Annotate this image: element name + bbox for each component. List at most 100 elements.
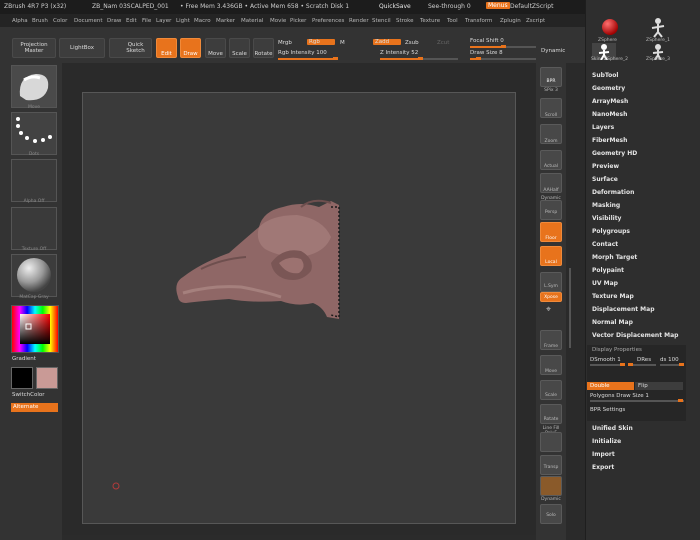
vector-displacement-map-menu[interactable]: Vector Displacement Map: [592, 332, 678, 339]
flip-button[interactable]: Flip: [635, 382, 683, 390]
move-button[interactable]: Move: [205, 38, 226, 58]
rgb-intensity-track[interactable]: [278, 57, 338, 60]
zsphere-tool-thumbnail[interactable]: [598, 16, 622, 38]
brush-thumbnail[interactable]: [11, 65, 57, 108]
dynamic-solo-label[interactable]: Dynamic: [536, 497, 566, 502]
edit-button[interactable]: Edit: [156, 38, 177, 58]
bpr-settings-button[interactable]: BPR Settings: [590, 407, 625, 413]
menu-macro[interactable]: Macro: [194, 18, 211, 24]
dynamic-button[interactable]: Dynamic: [541, 48, 565, 54]
ds-slider[interactable]: ds 100: [660, 357, 679, 363]
polypaint-menu[interactable]: Polypaint: [592, 267, 624, 274]
polyf-button[interactable]: [540, 432, 562, 452]
focal-shift-slider[interactable]: Focal Shift 0: [470, 38, 504, 44]
draw-size-track[interactable]: [470, 57, 536, 60]
menu-edit[interactable]: Edit: [126, 18, 137, 24]
draw-size-slider[interactable]: Draw Size 8: [470, 50, 503, 56]
color-picker[interactable]: [11, 305, 59, 353]
z-intensity-track[interactable]: [380, 57, 458, 60]
menu-color[interactable]: Color: [53, 18, 67, 24]
rotate-button[interactable]: Rotate: [253, 38, 274, 58]
import-menu[interactable]: Import: [592, 451, 615, 458]
menu-layer[interactable]: Layer: [156, 18, 171, 24]
menu-draw[interactable]: Draw: [107, 18, 121, 24]
polygroups-menu[interactable]: Polygroups: [592, 228, 630, 235]
fibermesh-menu[interactable]: FiberMesh: [592, 137, 627, 144]
layers-menu[interactable]: Layers: [592, 124, 614, 131]
ds-track[interactable]: [660, 363, 684, 366]
default-zscript-button[interactable]: DefaultZScript: [510, 3, 553, 10]
subtool-menu[interactable]: SubTool: [592, 72, 618, 79]
arraymesh-menu[interactable]: ArrayMesh: [592, 98, 628, 105]
menu-tool[interactable]: Tool: [447, 18, 458, 24]
draw-button[interactable]: Draw: [180, 38, 201, 58]
z-intensity-slider[interactable]: Z Intensity 52: [380, 50, 418, 56]
deformation-menu[interactable]: Deformation: [592, 189, 634, 196]
texture-map-menu[interactable]: Texture Map: [592, 293, 634, 300]
ghost-button[interactable]: [540, 476, 562, 496]
focal-shift-track[interactable]: [470, 45, 536, 48]
double-button[interactable]: Double: [587, 382, 634, 390]
menu-material[interactable]: Material: [241, 18, 263, 24]
menu-alpha[interactable]: Alpha: [12, 18, 28, 24]
preview-menu[interactable]: Preview: [592, 163, 619, 170]
uv-map-menu[interactable]: UV Map: [592, 280, 618, 287]
scale-button[interactable]: Scale: [229, 38, 250, 58]
menu-marker[interactable]: Marker: [216, 18, 235, 24]
zsub-button[interactable]: Zsub: [405, 40, 419, 46]
contact-menu[interactable]: Contact: [592, 241, 618, 248]
dres-track[interactable]: [628, 363, 656, 366]
document-canvas[interactable]: [82, 92, 516, 524]
quicksave-button[interactable]: QuickSave: [379, 3, 411, 10]
menu-brush[interactable]: Brush: [32, 18, 48, 24]
secondary-color-swatch[interactable]: [36, 367, 58, 389]
rgb-button[interactable]: Rgb: [307, 39, 335, 45]
gradient-label[interactable]: Gradient: [12, 356, 36, 362]
tray-handle[interactable]: [569, 268, 571, 348]
projection-master-button[interactable]: Projection Master: [12, 38, 56, 58]
spix-slider[interactable]: SPix 3: [536, 88, 566, 93]
polygons-draw-size-slider[interactable]: Polygons Draw Size 1: [590, 393, 649, 399]
geometry-hd-menu[interactable]: Geometry HD: [592, 150, 637, 157]
unified-skin-menu[interactable]: Unified Skin: [592, 425, 633, 432]
menu-transform[interactable]: Transform: [465, 18, 492, 24]
main-color-swatch[interactable]: [11, 367, 33, 389]
bpr-button[interactable]: [540, 67, 562, 87]
dres-slider[interactable]: DRes: [637, 357, 651, 363]
displacement-map-menu[interactable]: Displacement Map: [592, 306, 655, 313]
alpha-thumbnail[interactable]: [11, 159, 57, 202]
zadd-button[interactable]: Zadd: [373, 39, 401, 45]
surface-menu[interactable]: Surface: [592, 176, 618, 183]
stroke-thumbnail[interactable]: [11, 112, 57, 155]
dsmooth-slider[interactable]: DSmooth 1: [590, 357, 621, 363]
mrgb-button[interactable]: Mrgb: [278, 40, 292, 46]
texture-thumbnail[interactable]: [11, 207, 57, 250]
masking-menu[interactable]: Masking: [592, 202, 620, 209]
quick-sketch-button[interactable]: Quick Sketch: [109, 38, 152, 58]
initialize-menu[interactable]: Initialize: [592, 438, 621, 445]
dsmooth-track[interactable]: [590, 363, 625, 366]
geometry-menu[interactable]: Geometry: [592, 85, 625, 92]
menu-preferences[interactable]: Preferences: [312, 18, 344, 24]
zcut-button[interactable]: Zcut: [437, 40, 449, 46]
switch-color-button[interactable]: SwitchColor: [12, 392, 45, 398]
menu-picker[interactable]: Picker: [290, 18, 306, 24]
zsphere1-tool-thumbnail[interactable]: [646, 16, 670, 38]
menu-stroke[interactable]: Stroke: [396, 18, 414, 24]
menu-stencil[interactable]: Stencil: [372, 18, 391, 24]
menu-light[interactable]: Light: [176, 18, 190, 24]
visibility-menu[interactable]: Visibility: [592, 215, 621, 222]
menu-document[interactable]: Document: [74, 18, 103, 24]
menu-movie[interactable]: Movie: [270, 18, 286, 24]
lightbox-button[interactable]: LightBox: [59, 38, 105, 58]
polygons-draw-size-track[interactable]: [590, 399, 684, 402]
lsym-button[interactable]: [540, 272, 562, 292]
export-menu[interactable]: Export: [592, 464, 614, 471]
material-thumbnail[interactable]: [11, 254, 57, 297]
see-through-slider[interactable]: See-through 0: [428, 3, 471, 10]
m-button[interactable]: M: [340, 40, 345, 46]
display-properties-header[interactable]: Display Properties: [592, 347, 642, 353]
menu-zscript[interactable]: Zscript: [526, 18, 545, 24]
morph-target-menu[interactable]: Morph Target: [592, 254, 637, 261]
nanomesh-menu[interactable]: NanoMesh: [592, 111, 627, 118]
